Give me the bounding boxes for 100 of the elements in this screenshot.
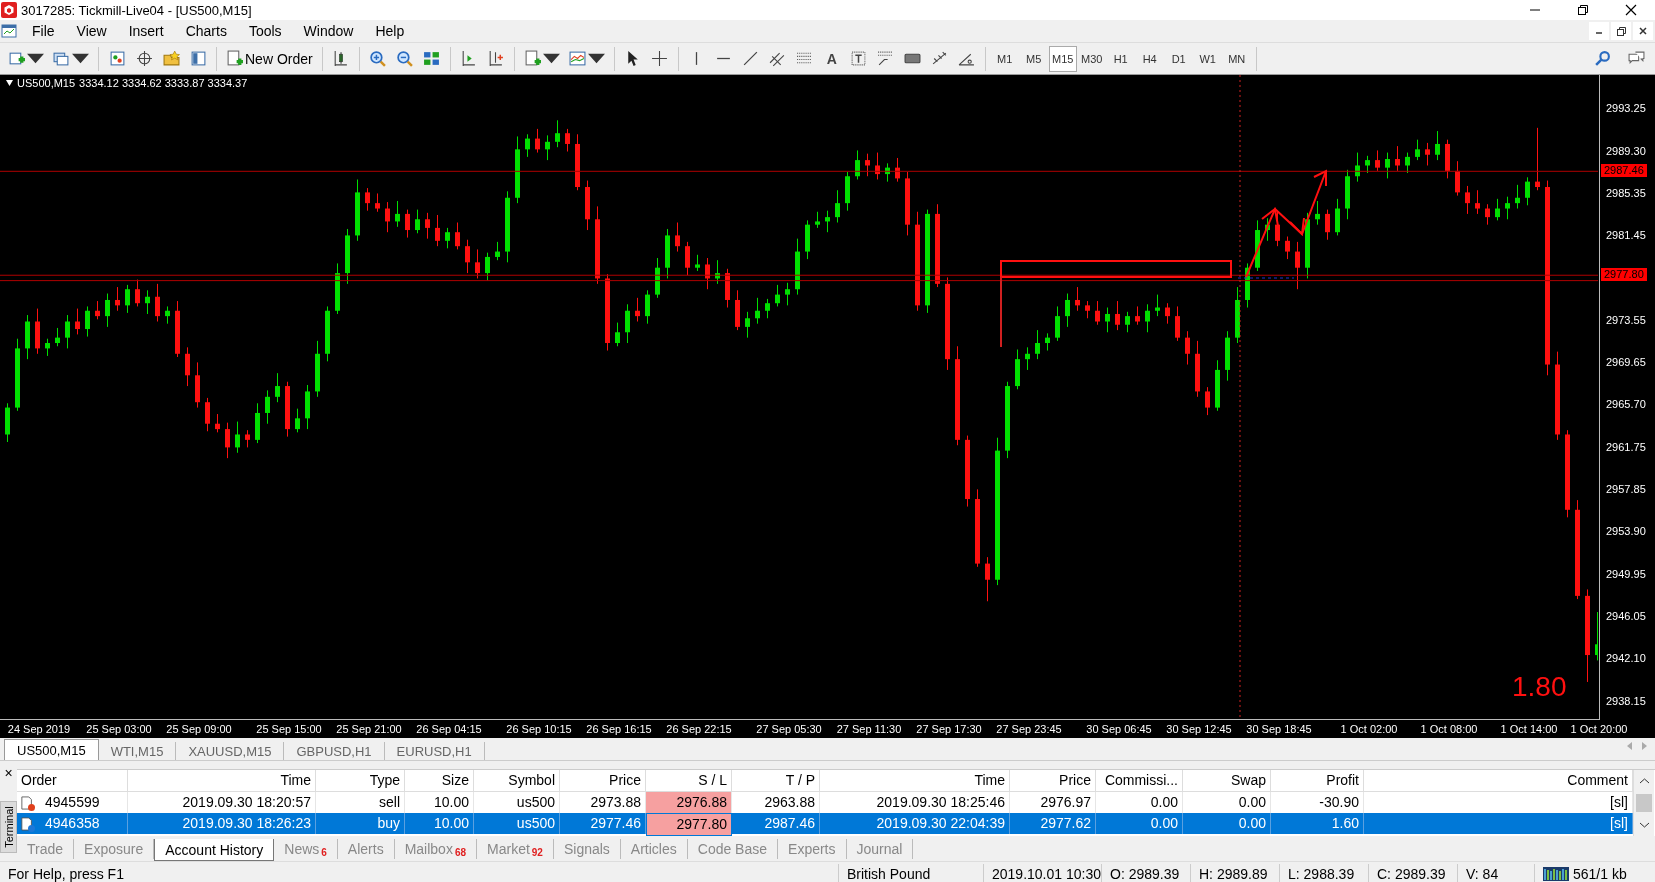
status-open: O: 2989.39 [1102,864,1191,882]
column-header[interactable]: Swap [1183,770,1271,792]
table-cell: us500 [474,813,560,834]
timeframe-button[interactable]: H4 [1135,45,1164,72]
status-volume: V: 84 [1458,864,1535,882]
column-header[interactable]: Price [1010,770,1096,792]
table-cell: 2987.46 [732,813,820,834]
price-tick: 2969.65 [1606,355,1646,369]
time-label: 27 Sep 23:45 [995,722,1062,737]
time-label: 25 Sep 03:00 [85,722,152,737]
column-header[interactable]: Time [128,770,316,792]
table-cell: 10.00 [405,813,474,834]
price-tick: 2957.85 [1606,482,1646,496]
time-label: 25 Sep 15:00 [255,722,322,737]
column-header[interactable]: Time [820,770,1010,792]
table-cell: 1.60 [1271,813,1364,834]
menu-item[interactable]: Window [292,20,365,42]
window-title: 3017285: Tickmill-Live04 - [US500,M15] [21,2,253,18]
chart-symbol: US500,M15 [17,77,76,89]
profit-label: 1.80 [1512,671,1567,703]
chart-tab[interactable]: US500,M15 [4,739,99,760]
table-cell: 2977.46 [560,813,646,834]
time-label: 26 Sep 22:15 [665,722,732,737]
time-label: 24 Sep 2019 [6,722,71,737]
price-tick: 2973.55 [1606,313,1646,327]
time-label: 1 Oct 08:00 [1419,722,1478,737]
price-tick: 2946.05 [1606,609,1646,623]
timeframe-button[interactable]: W1 [1193,45,1222,72]
price-tick: 2965.70 [1606,398,1646,412]
status-traffic: 561/1 kb [1573,866,1627,882]
column-header[interactable]: Symbol [474,770,560,792]
terminal-tab[interactable]: Account History [154,839,275,861]
menu-item[interactable]: Insert [117,20,175,42]
price-tick: 2985.35 [1606,187,1646,200]
timeframe-button[interactable]: H1 [1106,45,1135,72]
price-tick: 2949.95 [1606,567,1646,581]
table-cell: 2976.88 [646,792,732,813]
column-header[interactable]: Order [17,770,128,792]
time-label: 30 Sep 12:45 [1165,722,1232,737]
time-label: 1 Oct 14:00 [1499,722,1558,737]
table-cell: 2977.62 [1010,813,1096,834]
time-label: 25 Sep 21:00 [335,722,402,737]
menu-item[interactable]: Tools [237,20,293,42]
time-label: 26 Sep 10:15 [505,722,572,737]
time-label: 25 Sep 09:00 [165,722,232,737]
time-label: 30 Sep 18:45 [1245,722,1312,737]
table-cell: 2019.09.30 18:26:23 [128,813,316,834]
table-cell: [sl] [1364,813,1633,834]
column-header[interactable]: Type [316,770,405,792]
chart-quote: 3334.12 3334.62 3333.87 3334.37 [79,77,248,89]
terminal-label: Terminal [0,801,17,853]
chart-tab[interactable]: GBPUSD,H1 [284,742,385,760]
time-label: 26 Sep 04:15 [415,722,482,737]
menu-item[interactable]: Help [364,20,416,42]
chart-tab[interactable]: XAUUSD,M15 [176,742,285,760]
terminal-tab[interactable]: News6 [274,839,338,859]
price-tag: 2977.80 [1601,268,1647,282]
text-tool-button[interactable]: A [818,45,845,72]
price-tick: 2953.90 [1606,525,1646,539]
price-tick: 2981.45 [1606,228,1646,242]
table-cell: 0.00 [1096,813,1183,834]
table-cell: 2977.80 [646,813,732,836]
column-header[interactable]: Size [405,770,474,792]
status-profile: British Pound [839,864,984,882]
timeframe-button[interactable]: D1 [1164,45,1193,72]
terminal-tab[interactable]: Market92 [477,839,554,859]
chart-tab[interactable]: WTI,M15 [98,742,177,760]
time-label: 1 Oct 20:00 [1569,722,1628,737]
time-label: 26 Sep 16:15 [585,722,652,737]
table-cell: buy [316,813,405,834]
status-time: 2019.10.01 10:30 [984,864,1102,882]
status-low: L: 2988.39 [1280,864,1369,882]
price-tag: 2987.46 [1601,164,1647,178]
chart-tab[interactable]: EURUSD,H1 [384,742,485,760]
column-header[interactable]: Commissi... [1096,770,1183,792]
price-tick: 2942.10 [1606,652,1646,666]
timeframe-button[interactable]: M15 [1048,45,1077,72]
menu-item[interactable]: View [65,20,118,42]
timeframe-button[interactable]: M1 [990,45,1019,72]
price-tick: 2938.15 [1606,694,1646,708]
new-order-button[interactable]: New Order [222,45,317,72]
column-header[interactable]: T / P [732,770,820,792]
time-label: 27 Sep 11:30 [835,722,902,737]
status-close: C: 2989.39 [1369,864,1458,882]
status-help: For Help, press F1 [0,864,839,882]
time-label: 27 Sep 05:30 [755,722,822,737]
time-label: 30 Sep 06:45 [1085,722,1152,737]
time-label: 1 Oct 02:00 [1339,722,1398,737]
terminal-tab[interactable]: Mailbox68 [394,839,477,859]
timeframe-button[interactable]: M30 [1077,45,1106,72]
menu-item[interactable]: File [21,20,66,42]
close-button[interactable]: × [4,767,13,779]
table-cell[interactable]: 4946358 [17,813,128,834]
column-header[interactable]: Profit [1271,770,1364,792]
timeframe-button[interactable]: M5 [1019,45,1048,72]
column-header[interactable]: Price [560,770,646,792]
timeframe-button[interactable]: MN [1222,45,1251,72]
column-header[interactable]: Comment [1364,770,1633,792]
menu-item[interactable]: Charts [174,20,238,42]
price-tick: 2989.30 [1606,144,1646,158]
